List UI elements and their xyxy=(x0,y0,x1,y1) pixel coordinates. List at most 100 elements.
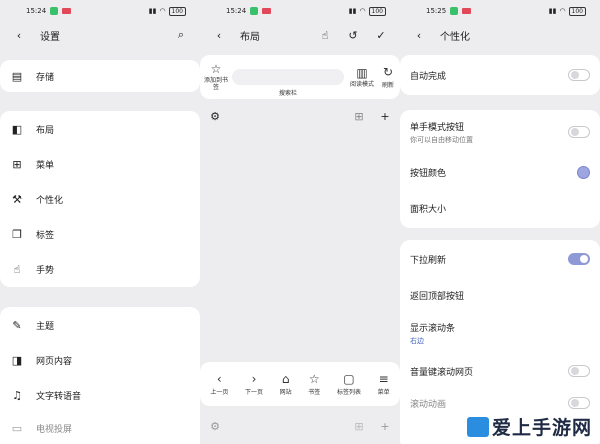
bottom-toolbar-button[interactable]: › 下一页 xyxy=(244,371,263,396)
setting-label: 面积大小 xyxy=(410,204,447,215)
bottom-toolbar-button[interactable]: ⌂ 网站 xyxy=(279,371,292,396)
settings-item-menu[interactable]: ⊞ 菜单 xyxy=(0,147,200,182)
battery-icon: 100 xyxy=(368,6,386,16)
settings-item-theme[interactable]: ✎ 主题 xyxy=(0,307,200,343)
settings-item-tv-cast[interactable]: ▭ 电视投屏 xyxy=(0,413,200,443)
settings-group-storage: ▤ 存储 xyxy=(0,60,200,92)
personalize-panel: 15:25 ▮▮ ◠ 100 ‹ 个性化 自动完成 单手模式按钮 你可以自由移动… xyxy=(400,0,600,444)
settings-group-autocomplete: 自动完成 xyxy=(400,55,600,95)
bottom-toolbar-button[interactable]: ≡ 菜单 xyxy=(377,372,390,396)
search-bar-slot[interactable]: 搜索栏 xyxy=(232,69,344,97)
app-bar: ‹ 个性化 xyxy=(400,22,600,48)
bottom-toolbar-button[interactable]: ‹ 上一页 xyxy=(210,372,228,396)
back-to-top-row[interactable]: 返回顶部按钮 xyxy=(400,278,600,312)
reset-icon[interactable]: ↺ xyxy=(346,28,360,42)
toolbar-label: 书签 xyxy=(308,388,321,396)
bottom-toolbar-edit-row: ⚙ ⊞ + xyxy=(208,418,392,434)
settings-item-label: 个性化 xyxy=(36,196,64,206)
setting-label: 自动完成 xyxy=(410,71,447,82)
volume-scroll-row[interactable]: 音量键滚动网页 xyxy=(400,354,600,388)
auto-complete-toggle[interactable] xyxy=(568,69,590,81)
search-icon[interactable]: ⌕ xyxy=(174,28,188,42)
theme-icon: ✎ xyxy=(12,318,22,332)
wifi-icon: ◠ xyxy=(359,7,366,15)
gear-icon[interactable]: ⚙ xyxy=(208,419,222,433)
wifi-icon: ◠ xyxy=(559,7,566,15)
area-size-row[interactable]: 面积大小 xyxy=(400,190,600,226)
add-bookmark-button[interactable]: ☆ 添加到书签 xyxy=(204,63,229,92)
gear-icon[interactable]: ⚙ xyxy=(208,109,222,123)
page-title: 设置 xyxy=(40,31,60,43)
refresh-button[interactable]: ↻ 刷新 xyxy=(380,64,396,89)
grid-icon[interactable]: ⊞ xyxy=(352,419,366,433)
setting-label: 显示滚动条 xyxy=(410,323,456,334)
pull-refresh-toggle[interactable] xyxy=(568,253,590,265)
wifi-icon: ◠ xyxy=(159,7,166,15)
toolbar-label: 菜单 xyxy=(377,388,390,396)
setting-description: 你可以自由移动位置 xyxy=(410,135,473,144)
settings-item-web-content[interactable]: ◨ 网页内容 xyxy=(0,343,200,378)
grid-icon[interactable]: ⊞ xyxy=(352,109,366,123)
back-arrow-icon[interactable]: ‹ xyxy=(212,28,226,42)
refresh-icon: ↻ xyxy=(382,64,394,79)
app-bar: ‹ 布局 ☝ ↺ ✓ xyxy=(200,22,400,48)
home-icon: ⌂ xyxy=(281,371,290,386)
color-swatch[interactable] xyxy=(577,165,590,179)
setting-label: 滚动动画 xyxy=(410,399,447,410)
settings-item-label: 菜单 xyxy=(36,161,55,171)
battery-icon: 100 xyxy=(168,6,186,16)
house-logo-icon xyxy=(466,417,489,437)
toolbar-label: 网站 xyxy=(279,388,292,396)
check-icon[interactable]: ✓ xyxy=(374,28,388,42)
storage-icon: ▤ xyxy=(11,69,23,83)
setting-label: 单手模式按钮 xyxy=(410,122,465,133)
battery-icon: 100 xyxy=(568,6,586,16)
volume-scroll-toggle[interactable] xyxy=(568,365,590,377)
settings-item-tabs[interactable]: ❐ 标签 xyxy=(0,217,200,252)
one-hand-row[interactable]: 单手模式按钮 你可以自由移动位置 xyxy=(400,110,600,154)
settings-item-tts[interactable]: ♫ 文字转语音 xyxy=(0,378,200,413)
auto-complete-row[interactable]: 自动完成 xyxy=(400,55,600,95)
status-bar: 15:24 ▮▮ ◠ 100 xyxy=(0,0,200,22)
settings-item-layout[interactable]: ◧ 布局 xyxy=(0,111,200,147)
plus-icon[interactable]: + xyxy=(378,109,392,123)
reading-mode-button[interactable]: ▥ 阅读模式 xyxy=(348,66,376,88)
toolbar-label: 刷新 xyxy=(381,81,394,89)
watermark-text: 爱上手游网 xyxy=(491,417,592,439)
pull-refresh-row[interactable]: 下拉刷新 xyxy=(400,240,600,278)
settings-item-storage[interactable]: ▤ 存储 xyxy=(0,60,200,92)
toolbar-label: 标签列表 xyxy=(336,388,361,396)
app-bar: ‹ 设置 ⌕ xyxy=(0,22,200,48)
one-hand-toggle[interactable] xyxy=(568,126,590,138)
bottom-toolbar-button[interactable]: ▢ 标签列表 xyxy=(336,371,361,396)
status-bar: 15:25 ▮▮ ◠ 100 xyxy=(400,0,600,22)
settings-item-label: 布局 xyxy=(36,125,55,136)
scroll-anim-toggle[interactable] xyxy=(568,397,590,409)
settings-item-label: 手势 xyxy=(36,266,55,276)
status-time: 15:24 xyxy=(26,7,47,15)
menu-icon: ⊞ xyxy=(12,158,22,171)
notification-badge-icon xyxy=(62,8,72,14)
scrollbar-row[interactable]: 显示滚动条 右边 xyxy=(400,312,600,354)
bottom-toolbar-button[interactable]: ☆ 书签 xyxy=(308,372,321,396)
toolbar-label: 下一页 xyxy=(244,388,263,396)
button-color-row[interactable]: 按钮颜色 xyxy=(400,154,600,190)
settings-item-gesture[interactable]: ☝ 手势 xyxy=(0,252,200,287)
settings-item-label: 主题 xyxy=(36,321,55,332)
notification-badge-icon xyxy=(262,8,272,14)
plus-icon[interactable]: + xyxy=(378,419,392,433)
square-icon: ▢ xyxy=(343,371,355,386)
tabs-icon: ❐ xyxy=(12,228,22,241)
back-arrow-icon[interactable]: ‹ xyxy=(12,28,26,42)
top-toolbar-edit-row: ⚙ ⊞ + xyxy=(208,108,392,124)
settings-item-personalize[interactable]: ⚒ 个性化 xyxy=(0,182,200,217)
back-arrow-icon[interactable]: ‹ xyxy=(412,28,426,42)
touch-icon[interactable]: ☝ xyxy=(318,28,332,42)
chevron-right-icon: › xyxy=(251,371,257,386)
gesture-icon: ☝ xyxy=(13,263,21,276)
setting-value: 右边 xyxy=(410,336,424,345)
setting-label: 下拉刷新 xyxy=(410,255,447,266)
toolbar-label: 添加到书签 xyxy=(204,77,229,91)
tts-icon: ♫ xyxy=(12,389,22,402)
settings-item-label: 网页内容 xyxy=(36,357,73,367)
